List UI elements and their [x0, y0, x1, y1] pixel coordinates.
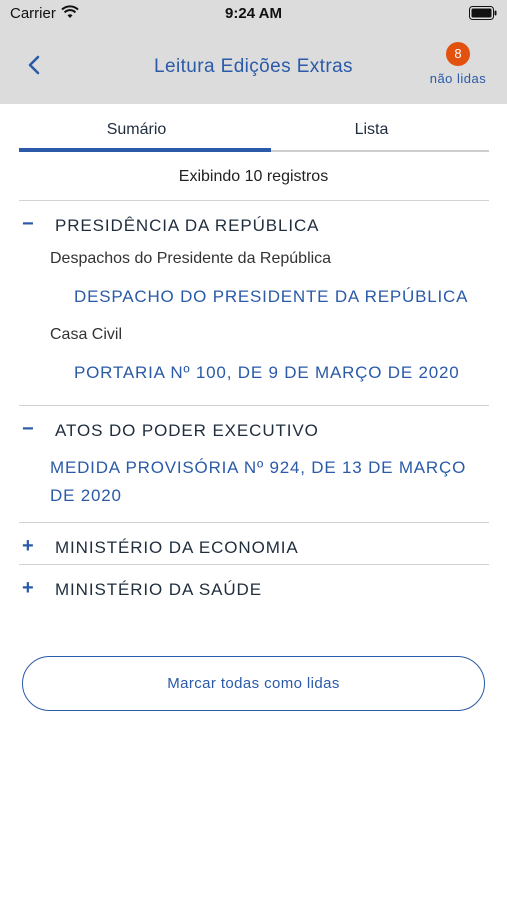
nav-bar: Leitura Edições Extras 8 não lidas [0, 38, 507, 94]
subsection-title: Casa Civil [50, 326, 123, 343]
mark-all-read-button[interactable]: Marcar todas como lidas [22, 656, 485, 711]
plus-icon: + [22, 577, 34, 599]
divider [19, 200, 489, 201]
section-title: ATOS DO PODER EXECUTIVO [55, 421, 319, 440]
minus-icon: − [22, 418, 34, 440]
status-bar: Carrier 9:24 AM [0, 0, 507, 28]
divider [19, 522, 489, 523]
clock-time: 9:24 AM [225, 5, 282, 22]
section-header-presidencia[interactable]: − PRESIDÊNCIA DA REPÚBLICA [22, 213, 482, 237]
section-title: MINISTÉRIO DA ECONOMIA [55, 538, 299, 557]
unread-button[interactable]: 8 não lidas [425, 42, 491, 92]
document-link[interactable]: DESPACHO DO PRESIDENTE DA REPÚBLICA [74, 283, 468, 311]
document-link[interactable]: MEDIDA PROVISÓRIA Nº 924, DE 13 DE MARÇO… [50, 454, 480, 510]
section-title: PRESIDÊNCIA DA REPÚBLICA [55, 216, 320, 235]
section-header-atos-executivo[interactable]: − ATOS DO PODER EXECUTIVO [22, 418, 482, 442]
section-title: MINISTÉRIO DA SAÚDE [55, 580, 262, 599]
tab-bar: Sumário Lista [19, 106, 489, 152]
minus-icon: − [22, 213, 34, 235]
section-header-saude[interactable]: + MINISTÉRIO DA SAÚDE [22, 577, 482, 601]
plus-icon: + [22, 535, 34, 557]
tab-sumario[interactable]: Sumário [19, 106, 254, 152]
subsection-title: Despachos do Presidente da República [50, 250, 332, 267]
section-header-economia[interactable]: + MINISTÉRIO DA ECONOMIA [22, 535, 482, 559]
header-bar: Carrier 9:24 AM Leitura Edições Extras 8… [0, 0, 507, 104]
tab-lista[interactable]: Lista [254, 106, 489, 152]
records-count: Exibindo 10 registros [178, 168, 329, 185]
unread-label: não lidas [429, 71, 487, 86]
battery-icon [469, 6, 497, 24]
unread-count-badge: 8 [446, 42, 470, 66]
document-link[interactable]: PORTARIA Nº 100, DE 9 DE MARÇO DE 2020 [74, 359, 460, 387]
tab-active-indicator [19, 148, 271, 152]
divider [19, 564, 489, 565]
divider [19, 405, 489, 406]
